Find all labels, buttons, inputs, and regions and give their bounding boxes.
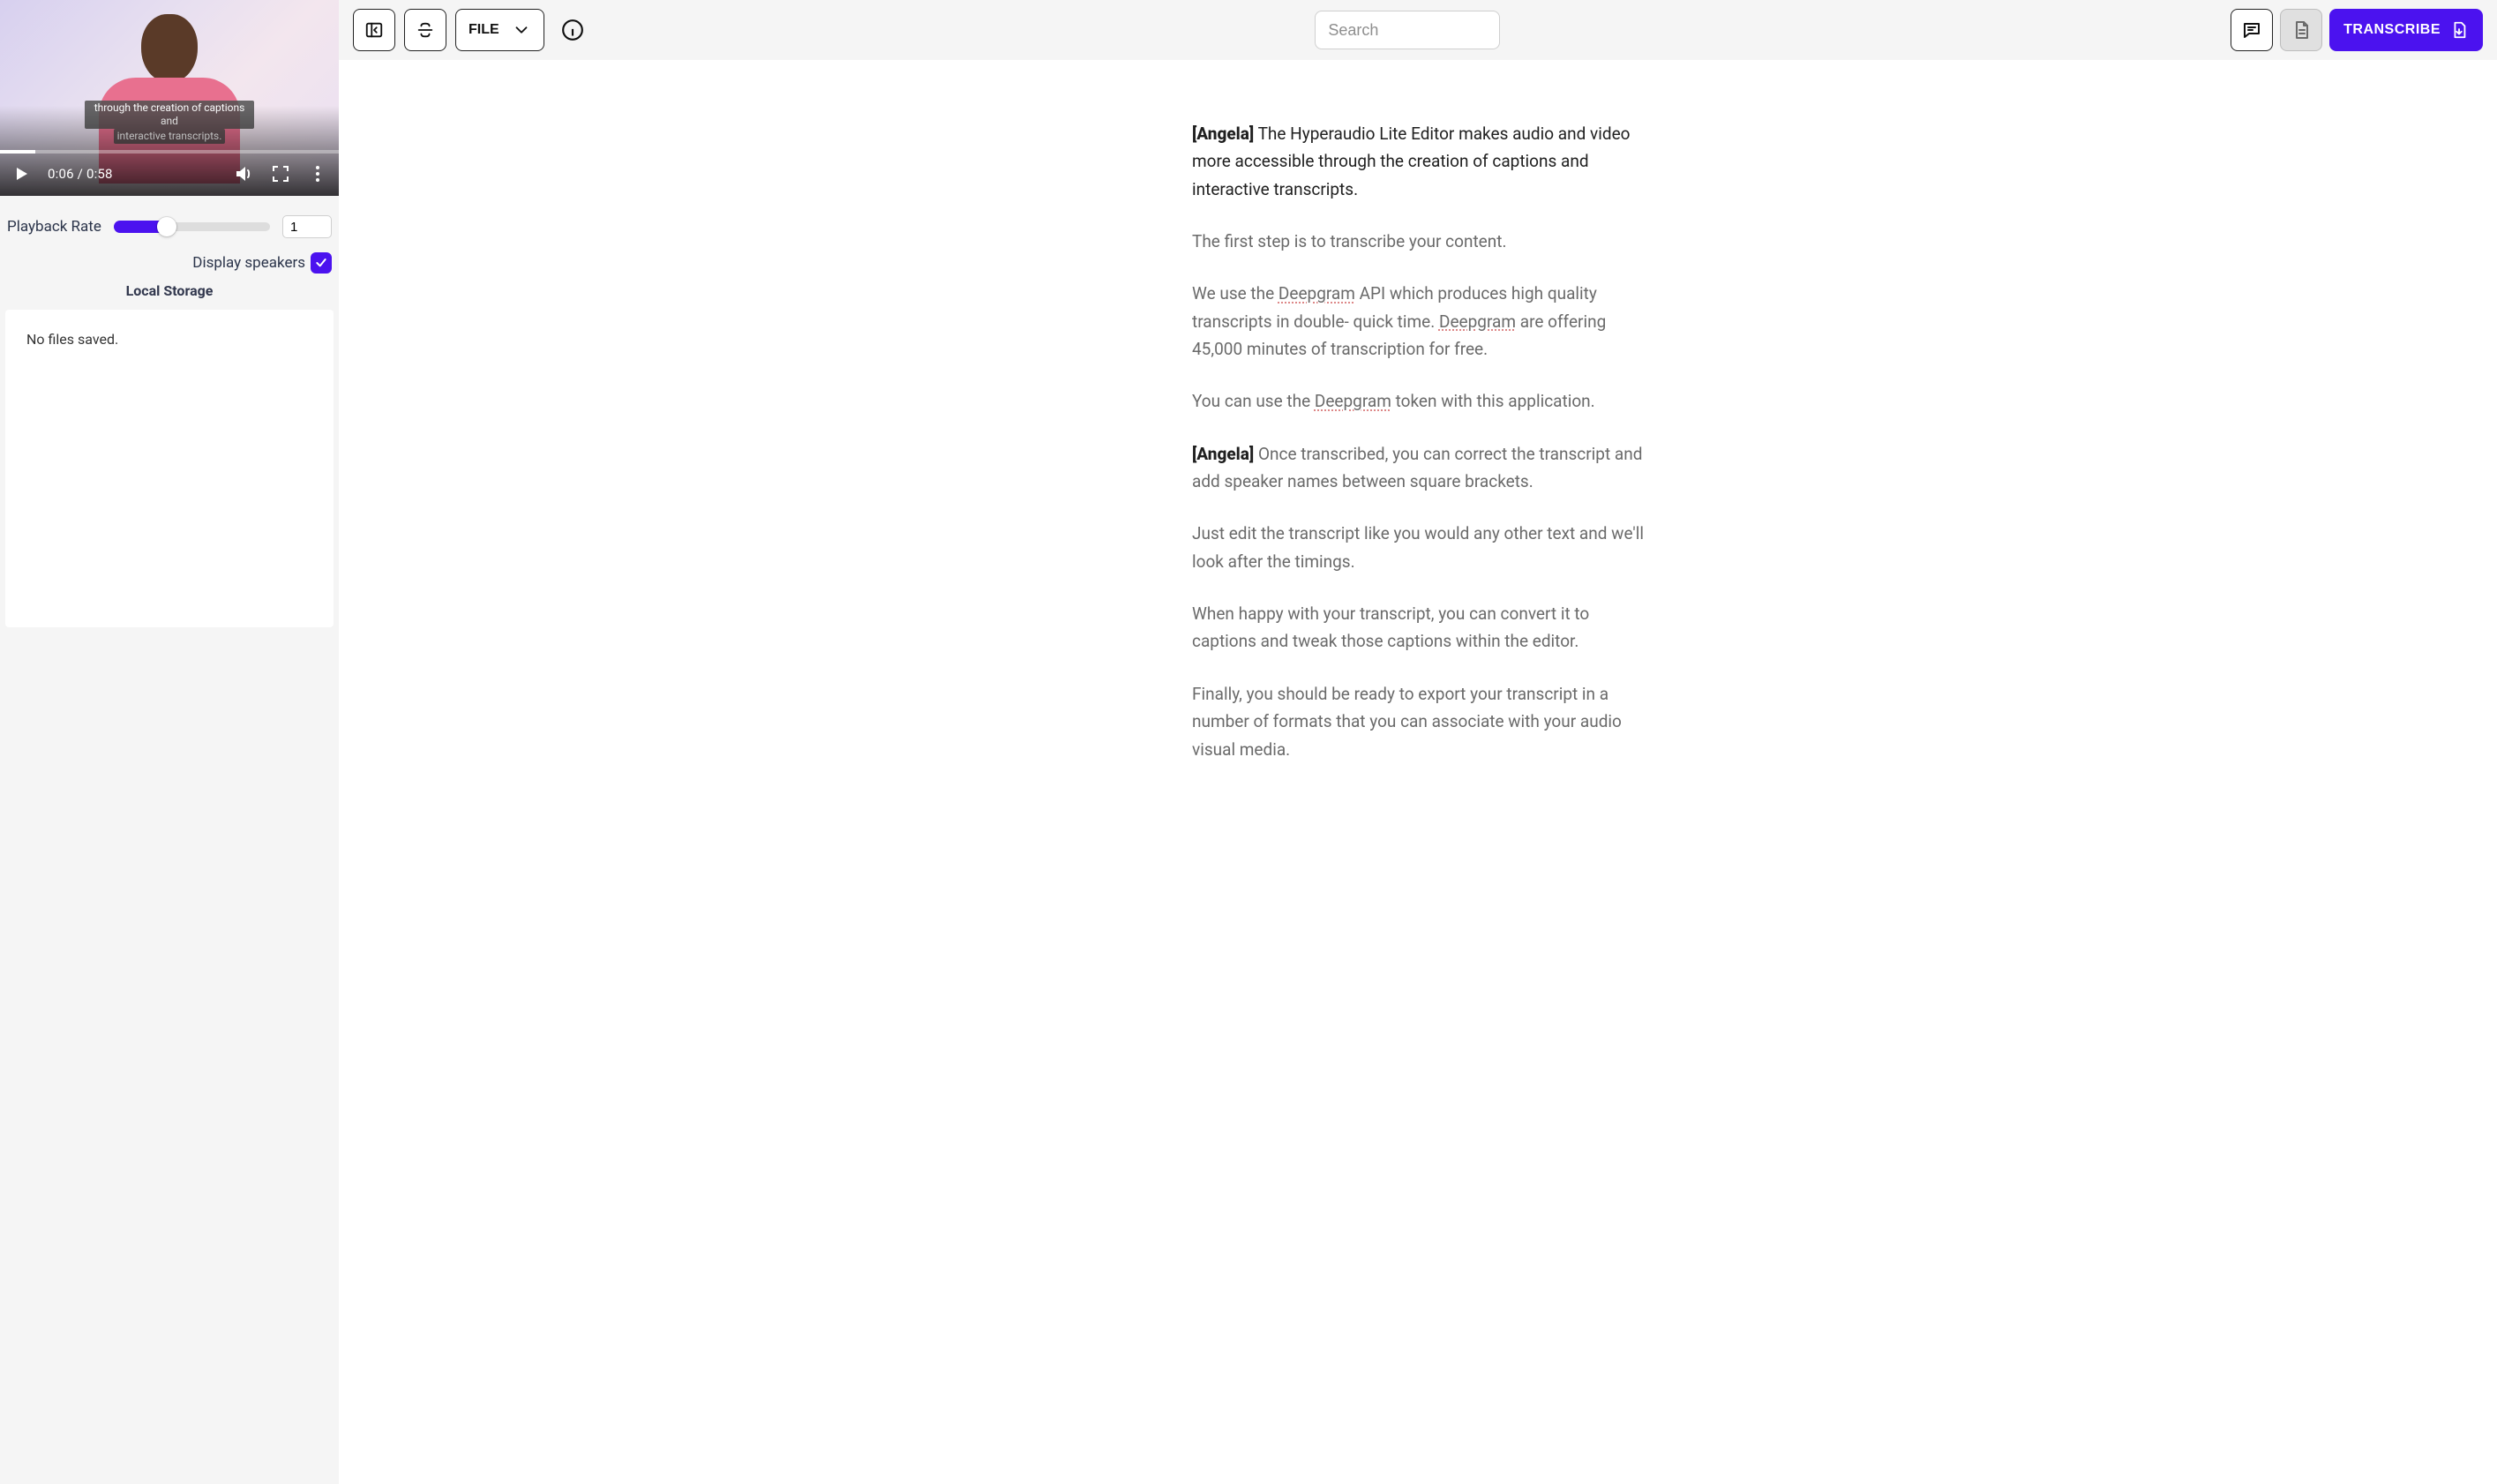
spellcheck-underline[interactable]: Deepgram: [1278, 283, 1355, 304]
file-menu-label: FILE: [469, 22, 499, 38]
transcript-paragraph[interactable]: Just edit the transcript like you would …: [1192, 520, 1644, 575]
playback-rate-input[interactable]: [282, 215, 332, 238]
export-icon: [2449, 20, 2469, 40]
play-icon[interactable]: [11, 163, 32, 184]
transcript-paragraph[interactable]: Finally, you should be ready to export y…: [1192, 680, 1644, 763]
transcript-paragraph[interactable]: When happy with your transcript, you can…: [1192, 600, 1644, 656]
transcript-paragraph[interactable]: You can use the Deepgram token with this…: [1192, 387, 1644, 415]
spellcheck-underline[interactable]: Deepgram: [1315, 391, 1391, 411]
display-speakers-row: Display speakers: [0, 244, 339, 275]
comments-button[interactable]: [2231, 9, 2273, 51]
spellcheck-underline[interactable]: Deepgram: [1439, 311, 1516, 332]
document-icon: [2291, 19, 2312, 41]
main: FILE TRANSCRIBE [Angela] The Hyperaudi: [339, 0, 2497, 1484]
transcript-paragraph[interactable]: The first step is to transcribe your con…: [1192, 228, 1644, 255]
transcript-area[interactable]: [Angela] The Hyperaudio Lite Editor make…: [339, 60, 2497, 1484]
panel-left-icon: [364, 20, 384, 40]
transcribe-button[interactable]: TRANSCRIBE: [2329, 9, 2483, 51]
chat-icon: [2241, 19, 2262, 41]
search-input[interactable]: [1315, 11, 1500, 49]
playback-rate-slider[interactable]: [114, 218, 270, 236]
playback-rate-row: Playback Rate: [0, 196, 339, 244]
display-speakers-checkbox[interactable]: [311, 252, 332, 274]
transcript-paragraph[interactable]: We use the Deepgram API which produces h…: [1192, 280, 1644, 363]
fullscreen-icon[interactable]: [270, 163, 291, 184]
local-storage-panel: No files saved.: [5, 310, 334, 627]
info-icon: [561, 19, 584, 41]
video-player[interactable]: through the creation of captions and int…: [0, 0, 339, 196]
transcript-paragraph[interactable]: [Angela] Once transcribed, you can corre…: [1192, 440, 1644, 496]
document-button[interactable]: [2280, 9, 2322, 51]
transcribe-label: TRANSCRIBE: [2343, 22, 2441, 38]
local-storage-heading: Local Storage: [0, 275, 339, 304]
file-menu-button[interactable]: FILE: [455, 9, 544, 51]
volume-icon[interactable]: [233, 163, 254, 184]
display-speakers-label: Display speakers: [192, 254, 305, 272]
sidebar: through the creation of captions and int…: [0, 0, 339, 1484]
toolbar: FILE TRANSCRIBE: [339, 0, 2497, 60]
more-icon[interactable]: [307, 163, 328, 184]
speaker-tag[interactable]: [Angela]: [1192, 444, 1254, 464]
video-time: 0:06 / 0:58: [48, 166, 113, 182]
playback-rate-label: Playback Rate: [7, 218, 101, 236]
strikethrough-icon: [416, 20, 435, 40]
transcript-paragraph[interactable]: [Angela] The Hyperaudio Lite Editor make…: [1192, 120, 1644, 203]
local-storage-empty-text: No files saved.: [26, 331, 312, 348]
toolbar-right-group: TRANSCRIBE: [2231, 9, 2483, 51]
video-controls: 0:06 / 0:58: [0, 152, 339, 196]
transcript-content[interactable]: [Angela] The Hyperaudio Lite Editor make…: [1171, 60, 1665, 858]
strikethrough-button[interactable]: [404, 9, 446, 51]
info-button[interactable]: [560, 18, 585, 42]
chevron-down-icon: [512, 20, 531, 40]
speaker-tag[interactable]: [Angela]: [1192, 124, 1254, 144]
collapse-sidebar-button[interactable]: [353, 9, 395, 51]
